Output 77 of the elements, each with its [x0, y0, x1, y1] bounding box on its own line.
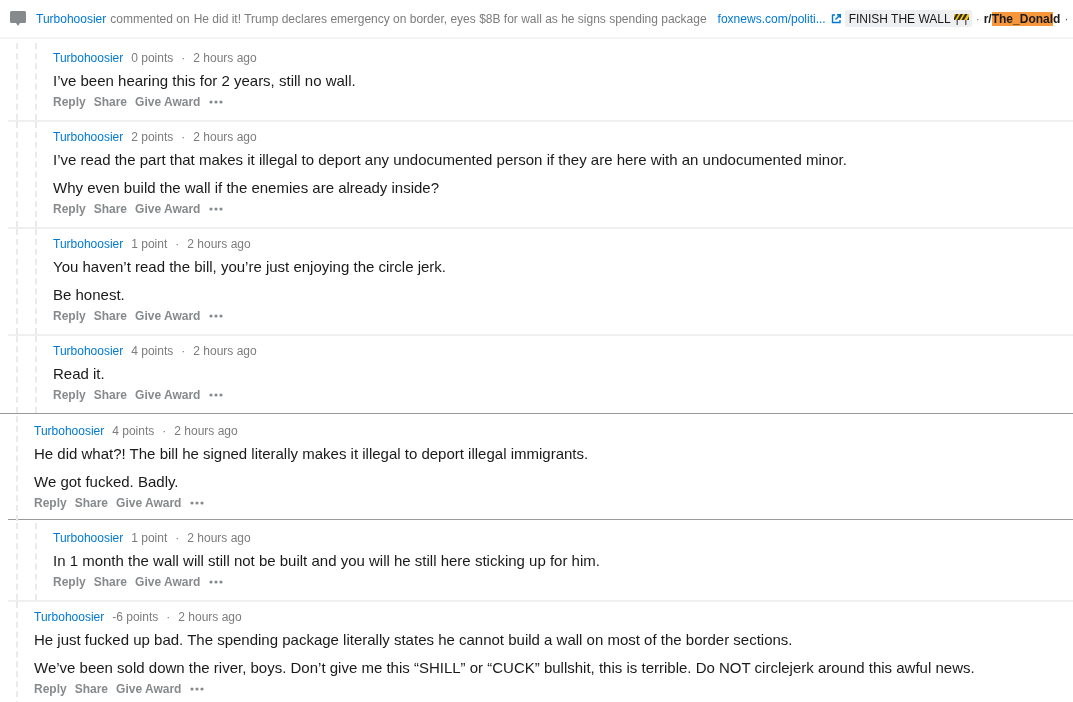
comment-time: 2 hours ago: [193, 51, 257, 65]
reply-button[interactable]: Reply: [53, 573, 86, 591]
comment-text: He did what?! The bill he signed literally makes it illegal to deport illegal immigrants.: [34, 444, 590, 464]
give-award-button[interactable]: Give Award: [116, 680, 182, 698]
share-button[interactable]: Share: [74, 494, 109, 512]
comment-text: He just fucked up bad. The spending package literally states he cannot build a wall on most of the border sections.: [34, 630, 794, 650]
share-button[interactable]: Share: [93, 200, 128, 218]
give-award-button[interactable]: Give Award: [135, 200, 201, 218]
separator-dot: ·: [1064, 11, 1069, 26]
comment-score: 2 points: [131, 130, 174, 144]
comment-text: I’ve read the part that makes it illegal to deport any undocumented person if they are here with an undocumented minor.: [53, 150, 848, 170]
reply-button[interactable]: Reply: [53, 93, 86, 111]
author-link[interactable]: Turbohoosier: [36, 11, 107, 26]
comment-text: Read it.: [53, 364, 106, 384]
give-award-button[interactable]: Give Award: [135, 386, 201, 404]
separator-dot: ·: [175, 531, 180, 545]
give-award-button[interactable]: Give Award: [135, 93, 201, 111]
comment-text: You haven’t read the bill, you’re just enjoying the circle jerk.: [53, 257, 447, 277]
comment-text: Why even build the wall if the enemies are already inside?: [53, 178, 441, 198]
reply-button[interactable]: Reply: [53, 200, 86, 218]
source-link[interactable]: foxnews.com/politi...: [717, 11, 826, 26]
share-button[interactable]: Share: [93, 386, 128, 404]
comment-time: 2 hours ago: [187, 531, 251, 545]
separator-dot: ·: [166, 610, 171, 624]
give-award-button[interactable]: Give Award: [135, 307, 201, 325]
separator-dot: ·: [975, 11, 980, 26]
reply-button[interactable]: Reply: [34, 494, 67, 512]
author-link[interactable]: Turbohoosier: [34, 424, 105, 438]
separator-dot: ·: [181, 130, 186, 144]
share-button[interactable]: Share: [74, 680, 109, 698]
share-button[interactable]: Share: [93, 93, 128, 111]
construction-barrier-icon: [953, 12, 969, 25]
comment-time: 2 hours ago: [178, 610, 242, 624]
more-icon: [209, 314, 224, 318]
comment-icon: [10, 11, 26, 26]
comment-score: 1 point: [131, 531, 168, 545]
reply-button[interactable]: Reply: [53, 386, 86, 404]
author-link[interactable]: Turbohoosier: [34, 610, 105, 624]
comment-score: -6 points: [112, 610, 159, 624]
separator-dot: ·: [162, 424, 167, 438]
author-link[interactable]: Turbohoosier: [53, 51, 124, 65]
comment-time: 2 hours ago: [193, 344, 257, 358]
separator-dot: ·: [181, 51, 186, 65]
comment-text: I’ve been hearing this for 2 years, still no wall.: [53, 71, 357, 91]
reply-button[interactable]: Reply: [53, 307, 86, 325]
share-button[interactable]: Share: [93, 307, 128, 325]
more-icon: [209, 207, 224, 211]
external-link-icon[interactable]: [830, 13, 841, 24]
comment-score: 1 point: [131, 237, 168, 251]
comment-score: 4 points: [131, 344, 174, 358]
comment-text: In 1 month the wall will still not be built and you will he still here sticking up for him.: [53, 551, 601, 571]
comment-time: 2 hours ago: [174, 424, 238, 438]
comment-time: 2 hours ago: [187, 237, 251, 251]
author-link[interactable]: Turbohoosier: [53, 344, 124, 358]
share-button[interactable]: Share: [93, 573, 128, 591]
more-icon: [190, 687, 205, 691]
comment-score: 4 points: [112, 424, 155, 438]
give-award-button[interactable]: Give Award: [135, 573, 201, 591]
reply-button[interactable]: Reply: [34, 680, 67, 698]
comment-text: We’ve been sold down the river, boys. Don’t give me this “SHILL” or “CUCK” bullshit, this is terrible. Do NOT circlejerk around this awful news.: [34, 658, 976, 678]
comment-text: Be honest.: [53, 285, 126, 305]
comment-time: 2 hours ago: [193, 130, 257, 144]
separator-dot: ·: [175, 237, 180, 251]
comment-score: 0 points: [131, 51, 174, 65]
activity-text: commented on: [110, 11, 190, 26]
author-link[interactable]: Turbohoosier: [53, 130, 124, 144]
more-icon: [190, 501, 205, 505]
author-link[interactable]: Turbohoosier: [53, 531, 124, 545]
more-icon: [209, 580, 224, 584]
more-icon: [209, 100, 224, 104]
more-icon: [209, 393, 224, 397]
give-award-button[interactable]: Give Award: [116, 494, 182, 512]
flair-text: FINISH THE WALL: [848, 11, 951, 26]
comment-text: We got fucked. Badly.: [34, 472, 180, 492]
separator-dot: ·: [181, 344, 186, 358]
post-title: He did it! Trump declares emergency on border, eyes $8B for wall as he signs spending package: [193, 11, 707, 26]
author-link[interactable]: Turbohoosier: [53, 237, 124, 251]
